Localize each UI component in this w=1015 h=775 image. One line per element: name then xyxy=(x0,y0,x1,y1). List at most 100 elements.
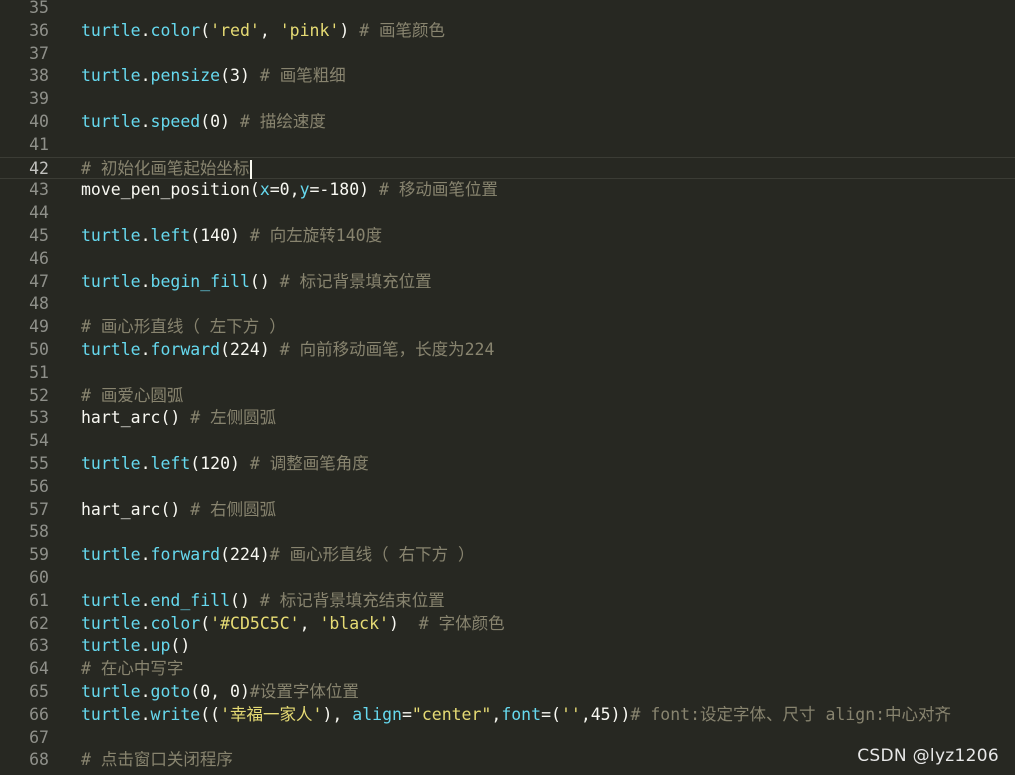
line-number: 54 xyxy=(29,431,49,451)
line-code[interactable]: turtle.color('#CD5C5C', 'black') # 字体颜色 xyxy=(81,613,505,636)
line-number: 46 xyxy=(29,248,49,268)
code-line[interactable]: 55 turtle.left(120) # 调整画笔角度 xyxy=(0,453,1015,476)
code-line[interactable]: 63 turtle.up() xyxy=(0,635,1015,658)
line-number: 67 xyxy=(29,727,49,747)
line-code[interactable]: hart_arc() # 左侧圆弧 xyxy=(81,407,276,430)
code-line[interactable]: 50 turtle.forward(224) # 向前移动画笔，长度为224 xyxy=(0,339,1015,362)
line-number: 39 xyxy=(29,89,49,109)
code-line[interactable]: 41 xyxy=(0,134,1015,157)
code-line[interactable]: 52 # 画爱心圆弧 xyxy=(0,385,1015,408)
line-number: 60 xyxy=(29,567,49,587)
line-code[interactable]: # 画心形直线（ 左下方 ） xyxy=(81,316,286,339)
line-number: 63 xyxy=(29,636,49,656)
code-line[interactable]: 58 xyxy=(0,521,1015,544)
line-code[interactable]: # 点击窗口关闭程序 xyxy=(81,749,233,772)
code-token: () xyxy=(249,271,280,291)
code-line[interactable]: 43 move_pen_position(x=0,y=-180) # 移动画笔位置 xyxy=(0,179,1015,202)
code-token: align xyxy=(352,704,402,724)
line-code[interactable]: turtle.up() xyxy=(81,635,190,658)
line-code[interactable]: turtle.left(120) # 调整画笔角度 xyxy=(81,453,369,476)
code-line[interactable]: 35 xyxy=(0,0,1015,20)
line-number: 59 xyxy=(29,545,49,565)
line-code[interactable]: turtle.pensize(3) # 画笔粗细 xyxy=(81,65,346,88)
code-line[interactable]: 59 turtle.forward(224)# 画心形直线（ 右下方 ） xyxy=(0,544,1015,567)
code-token: left xyxy=(150,453,191,473)
code-line[interactable]: 54 xyxy=(0,430,1015,453)
code-token: () xyxy=(230,590,260,610)
code-token: # 画笔粗细 xyxy=(259,66,346,86)
code-line[interactable]: 66 turtle.write(('幸福一家人'), align="center"… xyxy=(0,704,1015,727)
code-token: . xyxy=(140,681,151,701)
line-code[interactable]: hart_arc() # 右侧圆弧 xyxy=(81,499,276,522)
line-number: 62 xyxy=(29,613,49,633)
code-token: # 字体颜色 xyxy=(418,613,505,633)
line-number: 42 xyxy=(29,158,49,178)
code-line[interactable]: 57 hart_arc() # 右侧圆弧 xyxy=(0,499,1015,522)
code-token: 'red' xyxy=(210,20,260,40)
code-line[interactable]: 38 turtle.pensize(3) # 画笔粗细 xyxy=(0,65,1015,88)
code-token: =-180) xyxy=(309,180,380,200)
code-token: =0, xyxy=(269,180,300,200)
line-code[interactable]: turtle.write(('幸福一家人'), align="center",f… xyxy=(81,704,951,727)
code-line[interactable]: 46 xyxy=(0,248,1015,271)
code-line[interactable]: 64 # 在心中写字 xyxy=(0,658,1015,681)
code-token: x xyxy=(259,180,270,200)
code-line[interactable]: 44 xyxy=(0,202,1015,225)
line-code[interactable]: # 初始化画笔起始坐标 xyxy=(81,158,253,181)
code-line[interactable]: 36 turtle.color('red', 'pink') # 画笔颜色 xyxy=(0,20,1015,43)
line-number: 36 xyxy=(29,20,49,40)
code-token: # 画笔颜色 xyxy=(359,20,446,40)
code-token: . xyxy=(140,225,151,245)
code-token: turtle xyxy=(81,111,141,131)
line-number: 41 xyxy=(29,134,49,154)
code-line[interactable]: 51 xyxy=(0,362,1015,385)
code-line[interactable]: 42 # 初始化画笔起始坐标 xyxy=(0,156,1015,181)
line-code[interactable]: turtle.goto(0, 0)#设置字体位置 xyxy=(81,681,359,704)
line-code[interactable]: turtle.speed(0) # 描绘速度 xyxy=(81,111,326,134)
code-token: (( xyxy=(200,704,221,724)
code-line[interactable]: 49 # 画心形直线（ 左下方 ） xyxy=(0,316,1015,339)
code-token: '#CD5C5C' xyxy=(210,613,300,633)
line-number: 52 xyxy=(29,385,49,405)
code-token: ( xyxy=(200,20,211,40)
code-line[interactable]: 39 xyxy=(0,88,1015,111)
code-line[interactable]: 37 xyxy=(0,43,1015,66)
code-line[interactable]: 53 hart_arc() # 左侧圆弧 xyxy=(0,407,1015,430)
code-line[interactable]: 60 xyxy=(0,567,1015,590)
line-code[interactable]: turtle.end_fill() # 标记背景填充结束位置 xyxy=(81,590,445,613)
code-token: 'black' xyxy=(319,613,389,633)
code-line[interactable]: 62 turtle.color('#CD5C5C', 'black') # 字体颜… xyxy=(0,613,1015,636)
code-token: , xyxy=(491,704,502,724)
code-token: turtle xyxy=(81,453,141,473)
code-editor[interactable]: 35 36 turtle.color('red', 'pink') # 画笔颜色 37… xyxy=(0,0,1015,775)
code-token: speed xyxy=(150,111,201,131)
code-token: (224) xyxy=(220,545,270,565)
line-code[interactable]: # 画爱心圆弧 xyxy=(81,385,183,408)
code-line[interactable]: 47 turtle.begin_fill() # 标记背景填充位置 xyxy=(0,271,1015,294)
code-line[interactable]: 61 turtle.end_fill() # 标记背景填充结束位置 xyxy=(0,590,1015,613)
code-line[interactable]: 56 xyxy=(0,476,1015,499)
line-code[interactable]: turtle.left(140) # 向左旋转140度 xyxy=(81,225,382,248)
code-token: turtle xyxy=(81,636,141,656)
code-token: hart_arc() xyxy=(81,499,191,519)
line-code[interactable]: move_pen_position(x=0,y=-180) # 移动画笔位置 xyxy=(81,179,498,202)
code-line[interactable]: 45 turtle.left(140) # 向左旋转140度 xyxy=(0,225,1015,248)
line-code[interactable]: turtle.color('red', 'pink') # 画笔颜色 xyxy=(81,20,445,43)
code-token: '' xyxy=(560,704,581,724)
line-code[interactable]: turtle.forward(224)# 画心形直线（ 右下方 ） xyxy=(81,544,475,567)
line-code[interactable]: turtle.begin_fill() # 标记背景填充位置 xyxy=(81,271,432,294)
code-token: # 标记背景填充结束位置 xyxy=(259,590,445,610)
code-token: # 调整画笔角度 xyxy=(249,453,369,473)
line-code[interactable]: # 在心中写字 xyxy=(81,658,183,681)
line-number: 50 xyxy=(29,339,49,359)
line-number: 64 xyxy=(29,659,49,679)
code-token: (140) xyxy=(190,225,250,245)
code-token: = xyxy=(401,704,412,724)
code-token: . xyxy=(140,271,151,291)
code-token: # 画心形直线（ 左下方 ） xyxy=(81,317,286,337)
line-code[interactable]: turtle.forward(224) # 向前移动画笔，长度为224 xyxy=(81,339,494,362)
code-line[interactable]: 40 turtle.speed(0) # 描绘速度 xyxy=(0,111,1015,134)
code-line[interactable]: 65 turtle.goto(0, 0)#设置字体位置 xyxy=(0,681,1015,704)
code-lines[interactable]: 35 36 turtle.color('red', 'pink') # 画笔颜色 37… xyxy=(0,0,1015,772)
code-line[interactable]: 48 xyxy=(0,293,1015,316)
